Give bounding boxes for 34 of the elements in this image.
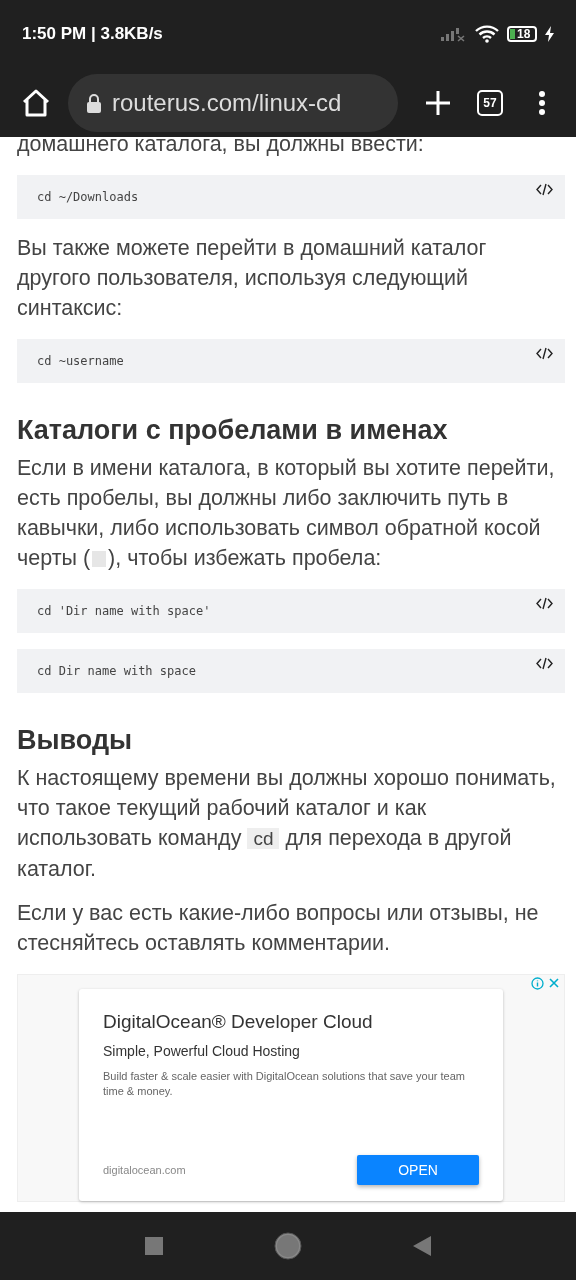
open-button[interactable]: OPEN <box>357 1155 479 1185</box>
recents-button[interactable] <box>145 1237 164 1255</box>
ad-title: DigitalOcean® Developer Cloud <box>103 1011 374 1033</box>
code-text: cd ~username <box>37 354 124 368</box>
paragraph: Если в имени каталога, в который вы хотите перейти, есть пробелы, вы должны либо заключить путь в кавычки, либо использовать символ обратной косой черты ( ), чтобы избежать пробела: <box>17 455 556 572</box>
ad-domain: digitalocean.com <box>103 1164 186 1176</box>
address-bar[interactable]: routerus.com/linux-cd <box>68 73 398 132</box>
code-text: cd 'Dir name with space' <box>37 604 211 618</box>
code-icon[interactable] <box>536 657 553 670</box>
paragraph: К настоящему времени вы должны хорошо понимать, что такое текущий рабочий каталог и как использовать команду cd для перехода в другой каталог. <box>17 765 557 883</box>
status-time: 1:50 PM | 3.8KB/s <box>22 24 163 44</box>
ad-subtitle: Simple, Powerful Cloud Hosting <box>103 1043 301 1059</box>
signal-icon <box>441 26 467 42</box>
paragraph: домашнего каталога, вы должны ввести: <box>17 131 425 158</box>
ad-description: Build faster & scale easier with DigitalOcean solutions that save your team time & money. <box>103 1069 466 1099</box>
code-icon[interactable] <box>536 597 553 610</box>
back-button[interactable] <box>412 1236 431 1256</box>
url-text: routerus.com/linux-cd <box>112 88 342 117</box>
home-nav-button[interactable] <box>274 1232 302 1260</box>
code-icon[interactable] <box>536 183 553 196</box>
wifi-icon <box>475 25 499 43</box>
section-heading: Выводы <box>17 724 134 757</box>
code-text: cd Dir name with space <box>37 664 196 678</box>
paragraph: Если у вас есть какие-либо вопросы или отзывы, не стесняйтесь оставлять комментарии. <box>17 900 540 957</box>
code-text: cd ~/Downloads <box>37 190 139 204</box>
charging-icon <box>545 26 554 42</box>
plus-icon <box>425 89 451 116</box>
code-icon[interactable] <box>536 347 553 360</box>
tab-count-button[interactable]: 57 <box>477 89 503 116</box>
section-heading: Каталоги с пробелами в именах <box>17 414 449 447</box>
battery-icon: 18 <box>507 26 537 42</box>
paragraph: Вы также можете перейти в домашний каталог другого пользователя, используя следующий синтаксис: <box>17 235 488 322</box>
more-icon <box>538 89 546 116</box>
lock-icon <box>86 92 102 113</box>
